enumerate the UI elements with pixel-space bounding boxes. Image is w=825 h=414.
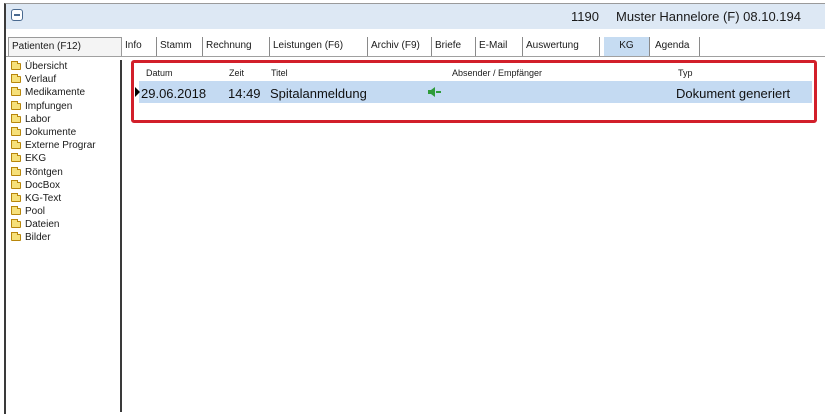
sidebar-item-label: KG-Text [25, 192, 62, 204]
folder-icon [11, 100, 21, 110]
folder-icon [11, 113, 21, 123]
folder-icon [11, 153, 21, 163]
sidebar-item-pool[interactable]: Pool [10, 205, 120, 218]
sidebar-item-label: Röntgen [25, 166, 63, 178]
patient-id: 1190 [571, 9, 599, 24]
sidebar-item-label: Bilder [25, 232, 51, 244]
tab-kg[interactable]: KG [604, 37, 650, 56]
tab-briefe[interactable]: Briefe [432, 37, 476, 56]
tab-email[interactable]: E-Mail [476, 37, 523, 56]
tab-info[interactable]: Info [122, 37, 157, 56]
sidebar: Übersicht Verlauf Medikamente Impfungen … [10, 60, 122, 412]
sidebar-item-bilder[interactable]: Bilder [10, 231, 120, 244]
app-menu-icon[interactable] [11, 9, 23, 21]
tab-archiv[interactable]: Archiv (F9) [368, 37, 432, 56]
sidebar-item-label: Labor [25, 113, 51, 125]
sidebar-item-label: Dateien [25, 219, 60, 231]
folder-icon [11, 61, 21, 70]
tab-agenda[interactable]: Agenda [652, 37, 700, 56]
sidebar-item-label: Externe Prograr [25, 140, 96, 152]
tab-leistungen[interactable]: Leistungen (F6) [270, 37, 368, 56]
folder-icon [11, 219, 21, 229]
sidebar-item-uebersicht[interactable]: Übersicht [10, 60, 120, 73]
sidebar-item-label: DocBox [25, 179, 61, 191]
sidebar-item-label: EKG [25, 153, 47, 165]
sidebar-item-dateien[interactable]: Dateien [10, 218, 120, 231]
sidebar-item-dokumente[interactable]: Dokumente [10, 126, 120, 139]
sidebar-item-medikamente[interactable]: Medikamente [10, 86, 120, 99]
sidebar-item-label: Dokumente [25, 126, 77, 138]
folder-icon [11, 126, 21, 136]
folder-icon [11, 232, 21, 242]
sidebar-item-verlauf[interactable]: Verlauf [10, 73, 120, 86]
folder-icon [11, 166, 21, 176]
folder-icon [11, 206, 21, 216]
sidebar-item-roentgen[interactable]: Röntgen [10, 166, 120, 179]
folder-icon [11, 179, 21, 189]
folder-icon [11, 87, 21, 97]
sidebar-item-label: Impfungen [25, 100, 73, 112]
sidebar-item-docbox[interactable]: DocBox [10, 179, 120, 192]
sidebar-item-ekg[interactable]: EKG [10, 152, 120, 165]
sidebar-item-kg-text[interactable]: KG-Text [10, 192, 120, 205]
folder-icon [11, 74, 21, 84]
sidebar-item-impfungen[interactable]: Impfungen [10, 100, 120, 113]
sidebar-item-label: Medikamente [25, 87, 86, 99]
tab-patienten[interactable]: Patienten (F12) [8, 37, 122, 56]
tab-rechnung[interactable]: Rechnung [203, 37, 270, 56]
folder-icon [11, 140, 21, 150]
tab-bar: Patienten (F12) Info Stamm Rechnung Leis… [6, 37, 825, 57]
title-bar: 1190 Muster Hannelore (F) 08.10.194 [6, 4, 825, 29]
sidebar-item-label: Verlauf [25, 74, 57, 86]
sidebar-item-label: Übersicht [25, 61, 68, 72]
sidebar-item-label: Pool [25, 206, 46, 218]
folder-icon [11, 192, 21, 202]
highlight-box [131, 60, 817, 123]
tab-auswertung[interactable]: Auswertung [523, 37, 600, 56]
sidebar-item-labor[interactable]: Labor [10, 113, 120, 126]
tab-stamm[interactable]: Stamm [157, 37, 203, 56]
sidebar-item-externe-programme[interactable]: Externe Prograr [10, 139, 120, 152]
patient-name: Muster Hannelore (F) 08.10.194 [616, 9, 801, 24]
